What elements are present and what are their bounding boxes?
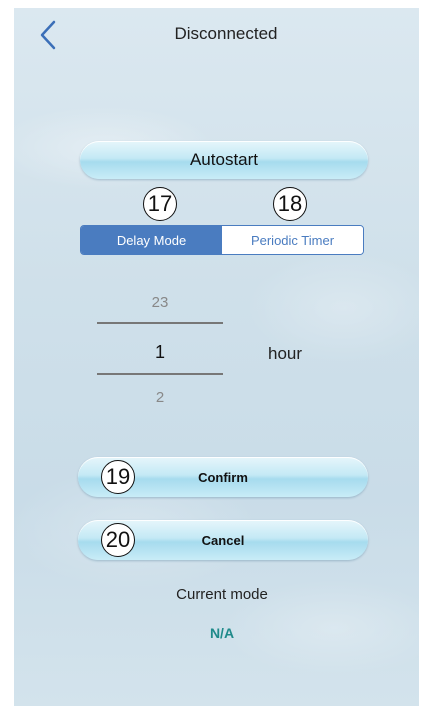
autostart-label: Autostart	[189, 150, 259, 169]
screen: Disconnected Autostart 17 18 Delay Mode …	[14, 8, 419, 706]
confirm-label: Confirm	[198, 469, 248, 485]
marker-18: 18	[273, 187, 307, 221]
picker-selected-value[interactable]: 1	[97, 342, 223, 363]
marker-17: 17	[143, 187, 177, 221]
picker-next-value[interactable]: 2	[97, 389, 223, 406]
picker-previous-value[interactable]: 23	[97, 294, 223, 311]
mode-segmented-control: Delay Mode Periodic Timer	[80, 225, 364, 255]
tab-periodic-timer[interactable]: Periodic Timer	[222, 226, 363, 254]
cancel-label: Cancel	[201, 532, 245, 548]
current-mode-label: Current mode	[176, 586, 268, 603]
current-mode-value: N/A	[209, 625, 235, 641]
tab-delay-mode[interactable]: Delay Mode	[81, 226, 222, 254]
autostart-header: Autostart	[80, 141, 368, 179]
picker-unit-label: hour	[268, 344, 303, 363]
marker-20: 20	[101, 523, 135, 557]
page-title: Disconnected	[174, 24, 278, 43]
picker-divider-top	[97, 322, 223, 324]
picker-divider-bottom	[97, 373, 223, 375]
marker-19: 19	[101, 460, 135, 494]
